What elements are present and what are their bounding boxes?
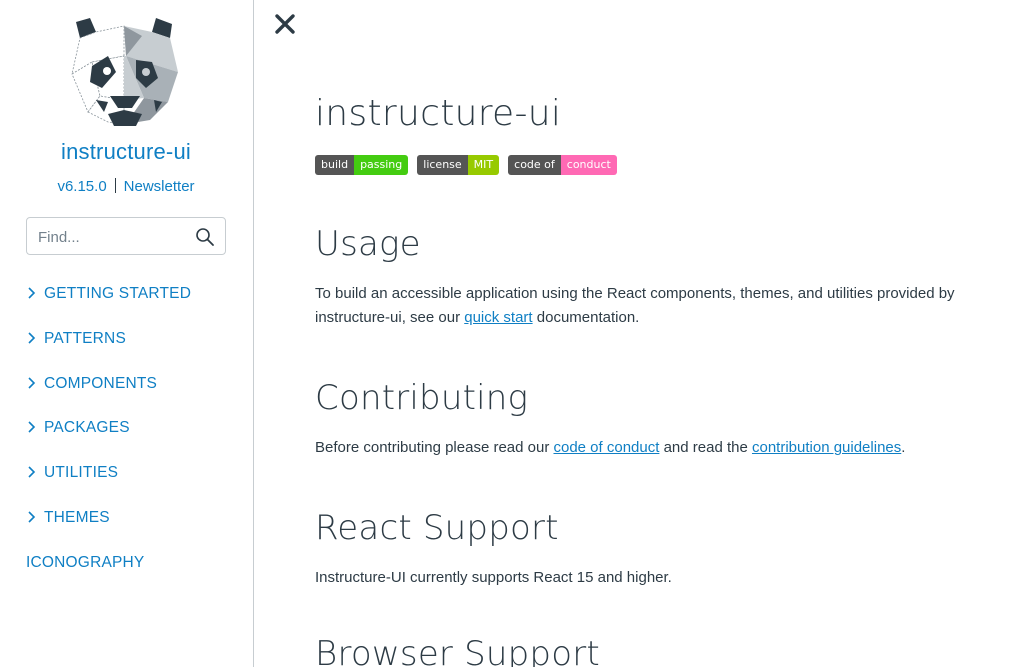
code-of-conduct-link[interactable]: code of conduct [553,439,659,456]
nav-item-components[interactable]: COMPONENTS [26,373,246,418]
nav-item-label: UTILITIES [44,464,119,482]
contributing-text-end: . [901,439,906,456]
nav-item-label: GETTING STARTED [44,285,192,302]
brand-meta: v6.15.0 Newsletter [0,178,252,195]
contribution-guidelines-link[interactable]: contribution guidelines [752,439,901,456]
main-content: instructure-ui build passing license MIT… [315,0,995,667]
site-title[interactable]: instructure-ui [0,139,252,165]
usage-heading: Usage [315,224,421,264]
usage-text-end: documentation. [532,309,640,326]
newsletter-link[interactable]: Newsletter [124,178,195,195]
page-title: instructure-ui [315,93,562,134]
close-icon[interactable] [273,12,297,36]
chevron-right-icon [28,466,36,478]
separator [114,178,116,193]
sidebar: instructure-ui v6.15.0 Newsletter GETTING… [0,0,254,667]
nav-item-label: PATTERNS [44,329,126,347]
chevron-right-icon [28,287,36,299]
chevron-right-icon [28,377,36,389]
nav-item-label: ICONOGRAPHY [26,553,145,571]
browser-support-heading: Browser Support [315,634,600,667]
chevron-right-icon [28,511,36,523]
badge-key: code of [508,155,561,175]
build-badge[interactable]: build passing [315,155,409,175]
chevron-right-icon [28,332,36,344]
quick-start-link[interactable]: quick start [464,309,532,326]
sidebar-nav: GETTING STARTED PATTERNS COMPONENTS PACK… [26,283,246,597]
badge-value: MIT [467,155,500,175]
nav-item-utilities[interactable]: UTILITIES [26,462,246,507]
badge-key: license [417,155,468,175]
code-of-conduct-badge[interactable]: code of conduct [508,155,617,175]
nav-item-patterns[interactable]: PATTERNS [26,328,246,373]
nav-item-label: THEMES [44,508,110,526]
license-badge[interactable]: license MIT [417,155,500,175]
badge-row: build passing license MIT code of conduc… [315,155,617,175]
nav-item-iconography[interactable]: ICONOGRAPHY [26,552,246,597]
react-support-paragraph: Instructure-UI currently supports React … [315,569,672,586]
react-support-heading: React Support [315,508,559,548]
nav-item-themes[interactable]: THEMES [26,507,246,552]
badge-value: passing [354,155,409,175]
search-box [26,217,226,255]
contributing-paragraph: Before contributing please read our code… [315,436,985,460]
contributing-text: Before contributing please read our [315,439,554,456]
version-link[interactable]: v6.15.0 [57,178,106,195]
badge-key: build [315,155,355,175]
search-icon[interactable] [195,227,215,247]
nav-item-label: PACKAGES [44,419,130,437]
nav-item-getting-started[interactable]: GETTING STARTED [26,283,246,328]
contributing-heading: Contributing [315,378,529,418]
chevron-right-icon [28,421,36,433]
panda-logo[interactable] [66,16,184,128]
nav-item-packages[interactable]: PACKAGES [26,417,246,462]
badge-value: conduct [560,155,617,175]
search-input[interactable] [38,227,188,247]
usage-paragraph: To build an accessible application using… [315,282,985,330]
contributing-text-mid: and read the [659,439,752,456]
nav-item-label: COMPONENTS [44,374,158,392]
